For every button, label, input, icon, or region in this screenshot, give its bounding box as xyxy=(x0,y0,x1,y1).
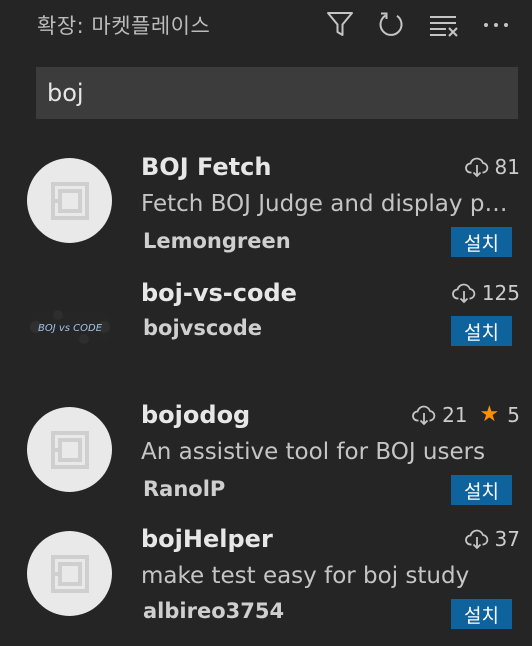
extensions-panel: 확장: 마켓플레이스 boj BOJ Fetch 81 Fetch BOJ Ju… xyxy=(0,0,532,646)
extension-description: make test easy for boj study xyxy=(141,563,470,589)
extension-stats: 81 xyxy=(464,155,520,179)
panel-header: 확장: 마켓플레이스 xyxy=(0,0,532,48)
extension-name: BOJ Fetch xyxy=(141,153,272,181)
rating-value: 5 xyxy=(507,403,520,427)
clear-search-icon[interactable] xyxy=(428,8,460,40)
extension-stats: 125 xyxy=(451,281,520,305)
extension-description: An assistive tool for BOJ users xyxy=(141,439,486,465)
download-cloud-icon xyxy=(464,528,489,550)
download-count: 37 xyxy=(494,527,520,551)
extension-name: bojodog xyxy=(141,401,251,429)
extension-publisher[interactable]: albireo3754 xyxy=(143,599,284,623)
refresh-icon[interactable] xyxy=(375,8,407,40)
default-extension-icon xyxy=(27,407,112,492)
install-button[interactable]: 설치 xyxy=(451,227,512,257)
extension-item-bojodog[interactable]: bojodog 21 ★ 5 An assistive tool for BOJ… xyxy=(0,388,532,512)
download-cloud-icon xyxy=(464,156,489,178)
extension-name: bojHelper xyxy=(141,525,273,553)
default-extension-icon xyxy=(27,158,112,243)
filter-icon[interactable] xyxy=(324,8,356,40)
default-extension-icon xyxy=(27,531,112,616)
install-button[interactable]: 설치 xyxy=(451,599,512,629)
download-cloud-icon xyxy=(412,404,436,426)
panel-title: 확장: 마켓플레이스 xyxy=(37,14,211,38)
boj-vs-code-logo-icon: BOJ vs CODE xyxy=(28,305,112,349)
download-count: 125 xyxy=(481,281,520,305)
search-box xyxy=(36,67,518,119)
extension-publisher[interactable]: bojvscode xyxy=(143,316,262,340)
extension-stats: 37 xyxy=(464,527,520,551)
extension-item-boj-fetch[interactable]: BOJ Fetch 81 Fetch BOJ Judge and display… xyxy=(0,140,532,264)
download-cloud-icon xyxy=(451,282,476,304)
extension-name: boj-vs-code xyxy=(141,279,297,307)
extension-description: Fetch BOJ Judge and display problem xyxy=(141,191,515,217)
install-button[interactable]: 설치 xyxy=(451,475,512,505)
download-count: 21 xyxy=(442,403,468,427)
more-actions-icon[interactable] xyxy=(480,8,512,40)
download-count: 81 xyxy=(494,155,520,179)
extension-stats: 21 ★ 5 xyxy=(412,403,520,427)
extension-item-bojhelper[interactable]: bojHelper 37 make test easy for boj stud… xyxy=(0,512,532,636)
extension-publisher[interactable]: Lemongreen xyxy=(143,229,291,253)
extension-item-boj-vs-code[interactable]: BOJ vs CODE boj-vs-code 125 bojvscode 설치 xyxy=(0,264,532,388)
search-input[interactable] xyxy=(47,67,507,119)
extension-publisher[interactable]: RanolP xyxy=(143,477,225,501)
install-button[interactable]: 설치 xyxy=(451,316,512,346)
star-icon: ★ xyxy=(479,402,500,427)
logo-text: BOJ vs CODE xyxy=(38,323,103,334)
